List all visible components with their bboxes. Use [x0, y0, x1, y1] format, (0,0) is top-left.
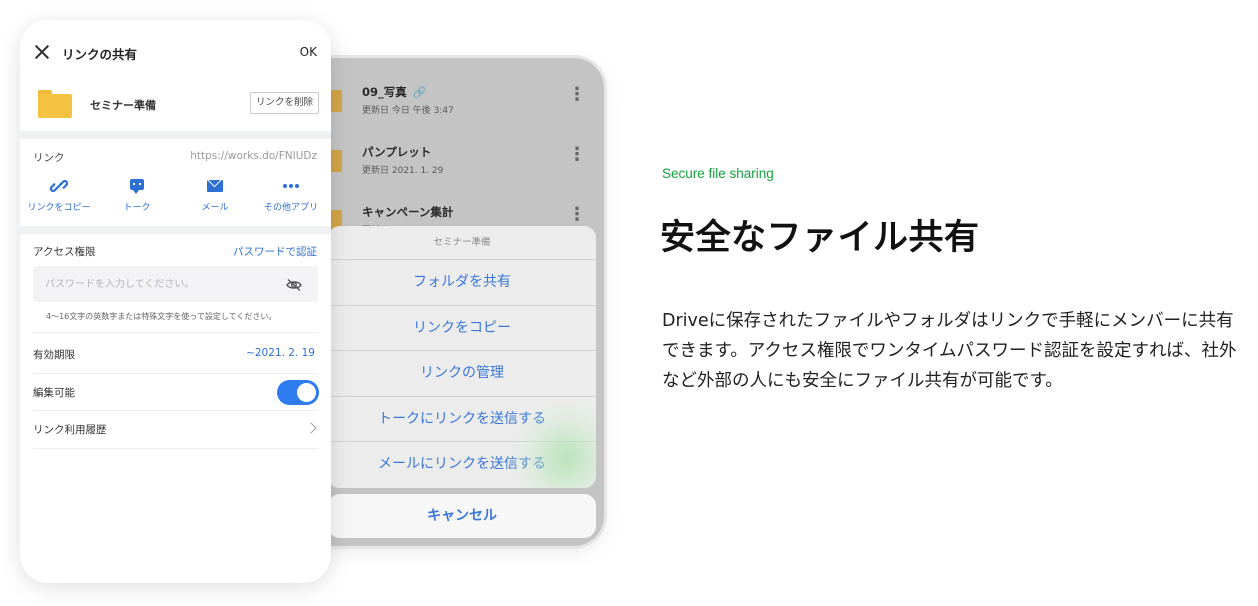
send-link-talk-option[interactable]: トークにリンクを送信する — [328, 397, 596, 443]
mail-label: メール — [201, 203, 229, 213]
file-date: 更新日 今日 午後 3:47 — [362, 106, 454, 116]
talk-action[interactable]: トーク — [98, 178, 176, 222]
link-row: リンク https://works.do/FNIUDz — [20, 140, 331, 172]
copy-link-option[interactable]: リンクをコピー — [328, 306, 596, 352]
copy-link-action[interactable]: リンクをコピー — [20, 178, 98, 222]
ok-button[interactable]: OK — [300, 45, 317, 59]
editable-label: 編集可能 — [33, 387, 75, 399]
link-label: リンク — [33, 152, 65, 164]
link-icon — [50, 178, 68, 194]
talk-label: トーク — [123, 203, 151, 213]
mail-action[interactable]: メール — [176, 178, 254, 222]
access-setting[interactable]: パスワードで認証 — [233, 244, 317, 259]
link-share-phone: リンクの共有 OK セミナー準備 リンクを削除 リンク https://work… — [20, 20, 331, 583]
divider — [20, 226, 331, 234]
folder-icon — [38, 90, 72, 118]
share-folder-option[interactable]: フォルダを共有 — [328, 260, 596, 306]
folder-name: セミナー準備 — [90, 99, 156, 112]
more-apps-action[interactable]: その他アプリ — [252, 178, 330, 222]
page-title: リンクの共有 — [62, 47, 138, 62]
send-link-mail-option[interactable]: メールにリンクを送信する — [328, 442, 596, 488]
divider — [20, 131, 331, 139]
access-label: アクセス権限 — [33, 246, 96, 258]
link-icon: 🔗 — [412, 86, 427, 99]
file-name: パンプレット — [362, 145, 432, 159]
link-history-label: リンク利用履歴 — [33, 424, 107, 436]
section-headline: 安全なファイル共有 — [660, 218, 980, 258]
close-icon[interactable] — [34, 44, 50, 60]
password-hint: 4～16文字の英数字または特殊文字を使って設定してください。 — [46, 312, 277, 321]
section-eyebrow: Secure file sharing — [662, 166, 774, 181]
link-history-row[interactable]: リンク利用履歴 — [20, 411, 331, 447]
section-description: Driveに保存されたファイルやフォルダはリンクで手軽にメンバーに共有できます。… — [662, 311, 1237, 391]
expiry-row[interactable]: 有効期限 ~2021. 2. 19 — [20, 336, 331, 372]
editable-toggle[interactable] — [277, 380, 319, 405]
divider — [33, 332, 318, 333]
expiry-value[interactable]: ~2021. 2. 19 — [246, 347, 315, 359]
more-vertical-icon[interactable]: ⋮ — [568, 146, 586, 164]
talk-icon — [128, 178, 146, 194]
more-icon — [282, 178, 300, 194]
expiry-label: 有効期限 — [33, 349, 75, 361]
file-date: 更新日 2021. 1. 29 — [362, 166, 444, 176]
file-name: キャンペーン集計 — [362, 205, 454, 219]
cancel-button[interactable]: キャンセル — [328, 494, 596, 538]
share-actions: リンクをコピー トーク メール その他アプリ — [20, 172, 331, 226]
remove-link-button[interactable]: リンクを削除 — [249, 92, 319, 114]
chevron-right-icon — [305, 422, 317, 434]
action-sheet: セミナー準備 フォルダを共有 リンクをコピー リンクの管理 トークにリンクを送信… — [328, 226, 596, 488]
shared-folder: セミナー準備 リンクを削除 — [20, 76, 331, 132]
manage-link-option[interactable]: リンクの管理 — [328, 351, 596, 397]
divider — [33, 448, 318, 449]
action-sheet-title: セミナー準備 — [328, 226, 596, 260]
copy-link-label: リンクをコピー — [27, 203, 91, 213]
eye-off-icon[interactable] — [286, 277, 302, 292]
mail-icon — [206, 178, 224, 194]
more-vertical-icon[interactable]: ⋮ — [568, 206, 586, 224]
password-input[interactable] — [33, 266, 318, 302]
more-apps-label: その他アプリ — [263, 203, 318, 213]
more-vertical-icon[interactable]: ⋮ — [568, 86, 586, 104]
link-url[interactable]: https://works.do/FNIUDz — [190, 150, 317, 162]
editable-row: 編集可能 — [20, 374, 331, 410]
access-row: アクセス権限 パスワードで認証 — [20, 236, 331, 266]
file-name: 09_写真 — [362, 85, 407, 99]
